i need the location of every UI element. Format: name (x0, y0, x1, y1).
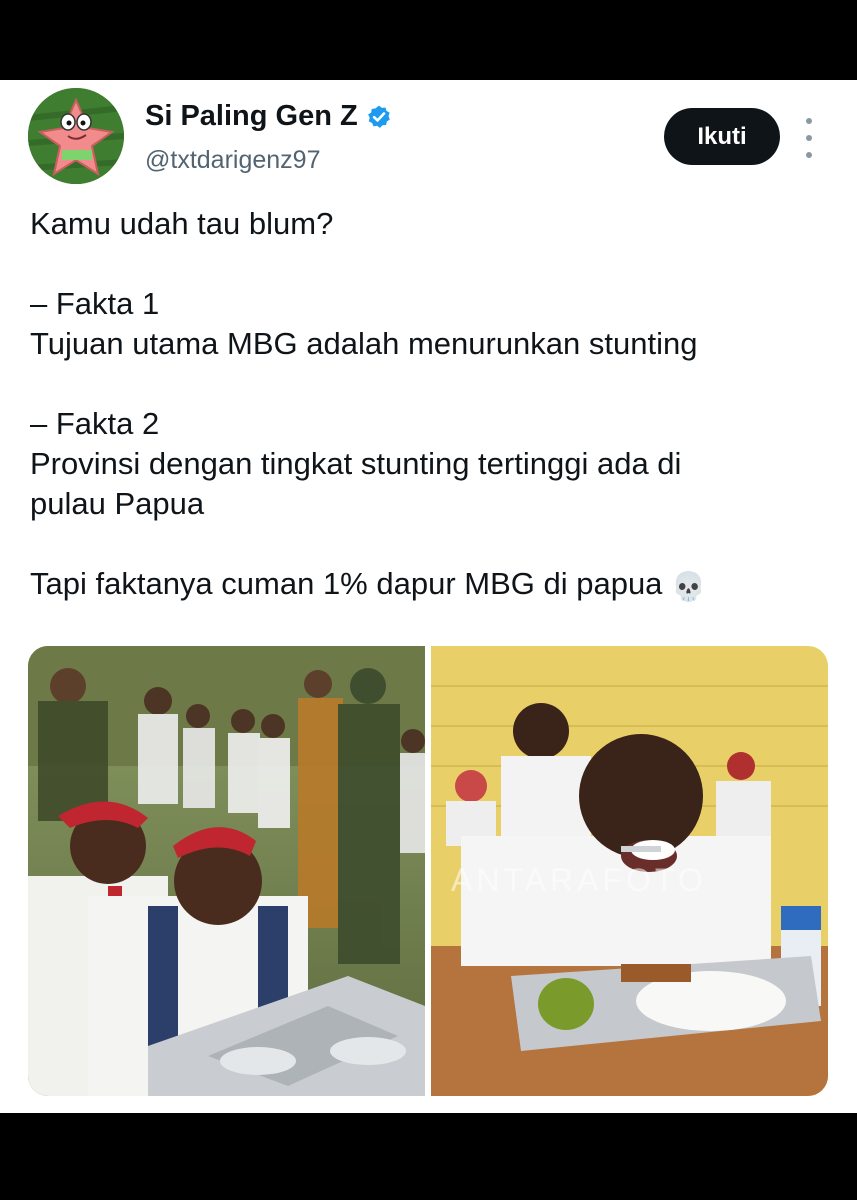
display-name[interactable]: Si Paling Gen Z (145, 100, 392, 133)
tweet-line: – Fakta 1 (30, 286, 160, 321)
tweet-line-last: Tapi faktanya cuman 1% dapur MBG di papu… (30, 564, 830, 607)
photo-watermark: ANTARAFOTO (451, 862, 707, 898)
skull-emoji: 💀 (671, 571, 706, 602)
top-black-bar (0, 0, 857, 80)
bottom-black-bar (0, 1113, 857, 1200)
media-grid: ANTARAFOTO (28, 646, 828, 1096)
display-name-text: Si Paling Gen Z (145, 100, 358, 132)
tweet-text: Kamu udah tau blum? – Fakta 1 Tujuan uta… (30, 204, 830, 607)
photo-student-eating[interactable]: ANTARAFOTO (431, 646, 828, 1096)
tweet-line: Kamu udah tau blum? (30, 206, 334, 241)
verified-badge-icon (367, 105, 390, 128)
tweet-line: Tujuan utama MBG adalah menurunkan stunt… (30, 326, 698, 361)
follow-button[interactable]: Ikuti (664, 108, 780, 165)
tweet-line-text: Tapi faktanya cuman 1% dapur MBG di papu… (30, 566, 663, 601)
tweet-line: pulau Papua (30, 486, 205, 521)
user-handle[interactable]: @txtdarigenz97 (145, 146, 320, 175)
tweet-card: Si Paling Gen Z @txtdarigenz97 Ikuti Kam… (0, 80, 857, 1113)
avatar[interactable] (28, 88, 124, 184)
tweet-line: – Fakta 2 (30, 406, 160, 441)
tweet-line: Provinsi dengan tingkat stunting terting… (30, 446, 682, 481)
photo-students-soldiers[interactable] (28, 646, 425, 1096)
more-dots-icon[interactable] (797, 118, 821, 158)
